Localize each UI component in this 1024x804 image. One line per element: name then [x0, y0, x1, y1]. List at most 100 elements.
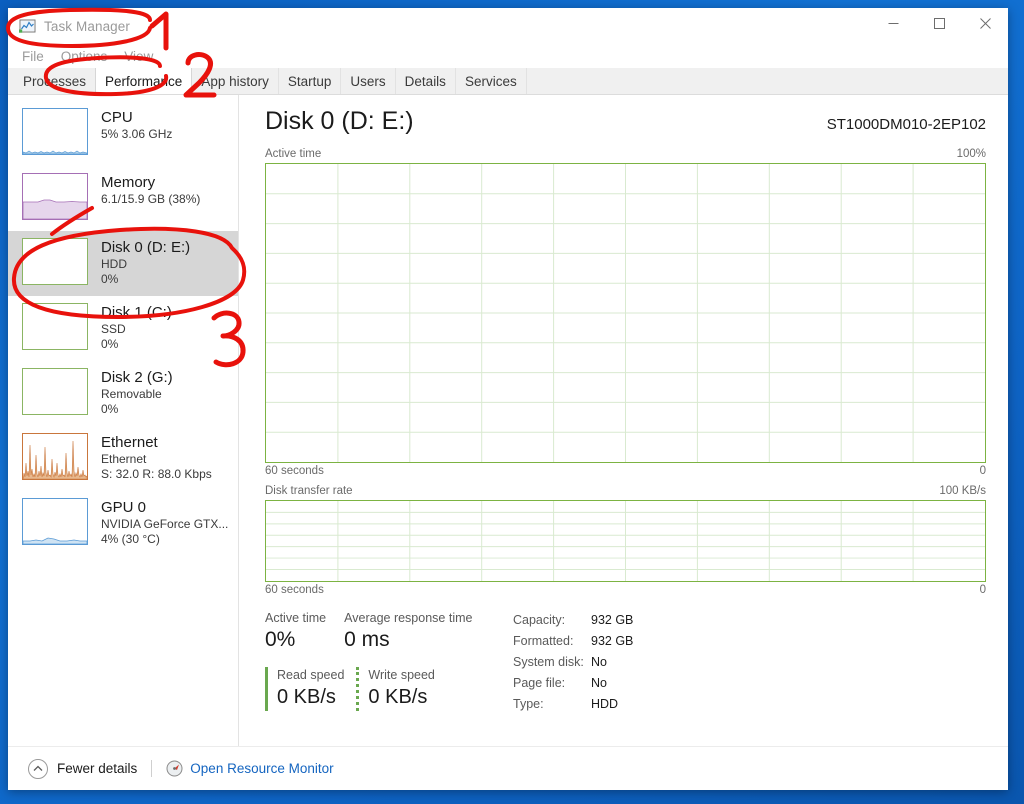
stat-write-speed-value: 0 KB/s	[368, 686, 428, 708]
window-title: Task Manager	[44, 18, 130, 34]
stat-average-response-time-caption: Average response time	[344, 611, 473, 625]
sidebar-item-gpu-0[interactable]: GPU 0 NVIDIA GeForce GTX... 4% (30 °C)	[8, 491, 238, 556]
tab-app-history[interactable]: App history	[192, 68, 279, 94]
sidebar-item-sub: HDD	[101, 257, 127, 271]
stat-read-speed-caption: Read speed	[277, 668, 345, 682]
ethernet-thumbnail-graph	[22, 433, 88, 480]
memory-thumbnail-graph	[22, 173, 88, 220]
stats-left-column: Active time 0% Average response time 0 m…	[265, 610, 497, 715]
sidebar-item-sub: Removable	[101, 387, 162, 401]
stat-active-time-value: 0%	[265, 628, 296, 651]
resource-monitor-icon	[166, 760, 183, 777]
sidebar-item-name: Memory	[101, 174, 156, 191]
tab-details[interactable]: Details	[395, 68, 456, 94]
sidebar-item-text: Memory 6.1/15.9 GB (38%)	[101, 173, 200, 207]
property-key: Page file:	[513, 676, 566, 690]
property-row: Formatted: 932 GB	[513, 631, 633, 652]
menu-item-options[interactable]: Options	[61, 49, 108, 64]
sidebar-item-text: Disk 2 (G:) Removable 0%	[101, 368, 173, 417]
active-time-graph-title: Active time	[265, 148, 322, 160]
minimize-icon[interactable]	[870, 8, 916, 39]
page-title: Disk 0 (D: E:)	[265, 107, 414, 135]
sidebar-item-text: Disk 0 (D: E:) HDD 0%	[101, 238, 190, 287]
property-key: Type:	[513, 697, 544, 711]
sidebar-item-value: 0%	[101, 272, 119, 286]
disk-1-thumbnail-graph	[22, 303, 88, 350]
stat-read-speed: Read speed 0 KB/s	[265, 667, 344, 711]
sidebar-item-sub: NVIDIA GeForce GTX...	[101, 517, 229, 531]
property-row: Page file: No	[513, 673, 633, 694]
transfer-rate-graph-max: 100 KB/s	[939, 485, 986, 497]
property-key: Capacity:	[513, 613, 566, 627]
tab-services[interactable]: Services	[455, 68, 527, 94]
maximize-icon[interactable]	[916, 8, 962, 39]
title-bar: Task Manager	[8, 8, 1008, 44]
property-key: Formatted:	[513, 634, 574, 648]
sidebar-item-sub: Ethernet	[101, 452, 147, 466]
sidebar-item-name: Ethernet	[101, 434, 158, 451]
property-value: No	[591, 676, 607, 690]
sidebar-item-memory[interactable]: Memory 6.1/15.9 GB (38%)	[8, 166, 238, 231]
sidebar-item-name: Disk 0 (D: E:)	[101, 239, 191, 256]
transfer-rate-graph	[265, 500, 986, 582]
sidebar-item-sub: 5% 3.06 GHz	[101, 127, 173, 141]
window-controls	[870, 8, 1008, 44]
sidebar-item-disk-2[interactable]: Disk 2 (G:) Removable 0%	[8, 361, 238, 426]
property-value: HDD	[591, 697, 619, 711]
active-time-graph-min: 0	[979, 465, 986, 477]
tab-bar: Processes Performance App history Startu…	[8, 68, 1008, 95]
sidebar-item-disk-0[interactable]: Disk 0 (D: E:) HDD 0%	[8, 231, 238, 296]
sidebar-item-disk-1[interactable]: Disk 1 (C:) SSD 0%	[8, 296, 238, 361]
status-bar: Fewer details Open Resource Monitor	[8, 746, 1008, 790]
sidebar-item-value: 4% (30 °C)	[101, 532, 160, 546]
gpu-0-thumbnail-graph	[22, 498, 88, 545]
fewer-details-button[interactable]: Fewer details	[28, 758, 138, 779]
menu-item-view[interactable]: View	[124, 49, 153, 64]
sidebar-item-name: Disk 2 (G:)	[101, 369, 173, 386]
tab-startup[interactable]: Startup	[278, 68, 342, 94]
sidebar-item-name: CPU	[101, 109, 133, 126]
tab-performance[interactable]: Performance	[95, 68, 193, 94]
close-icon[interactable]	[962, 8, 1008, 39]
property-row: Capacity: 932 GB	[513, 610, 633, 631]
task-manager-icon	[19, 18, 36, 35]
sidebar-item-text: CPU 5% 3.06 GHz	[101, 108, 172, 142]
property-key: System disk:	[513, 655, 584, 669]
sidebar-item-value: 0%	[101, 402, 119, 416]
stats-speed-row: Read speed 0 KB/s Write speed 0 KB/s	[265, 667, 497, 711]
performance-detail-panel: Disk 0 (D: E:) ST1000DM010-2EP102 Active…	[239, 95, 1008, 746]
cpu-thumbnail-graph	[22, 108, 88, 155]
transfer-rate-graph-time: 60 seconds	[265, 584, 324, 596]
disk-2-thumbnail-graph	[22, 368, 88, 415]
open-resource-monitor-link[interactable]: Open Resource Monitor	[166, 760, 334, 777]
sidebar-item-cpu[interactable]: CPU 5% 3.06 GHz	[8, 101, 238, 166]
status-divider	[151, 760, 153, 777]
tab-users[interactable]: Users	[341, 68, 396, 94]
resource-monitor-label: Open Resource Monitor	[190, 761, 334, 776]
active-time-graph-time: 60 seconds	[265, 465, 324, 477]
stat-write-speed-caption: Write speed	[368, 668, 435, 682]
resource-sidebar: CPU 5% 3.06 GHz Memory 6.1/15.9 GB (38%)	[8, 95, 239, 746]
transfer-rate-graph-footer: 60 seconds 0	[265, 584, 986, 596]
active-time-graph	[265, 163, 986, 463]
sidebar-item-sub: 6.1/15.9 GB (38%)	[101, 192, 201, 206]
disk-0-thumbnail-graph	[22, 238, 88, 285]
stat-average-response-time: Average response time 0 ms	[344, 610, 472, 654]
sidebar-item-value: 0%	[101, 337, 119, 351]
property-value: 932 GB	[591, 634, 634, 648]
transfer-rate-graph-min: 0	[979, 584, 986, 596]
tab-processes[interactable]: Processes	[14, 68, 97, 94]
fewer-details-label: Fewer details	[57, 761, 138, 776]
sidebar-item-ethernet[interactable]: Ethernet Ethernet S: 32.0 R: 88.0 Kbps	[8, 426, 238, 491]
transfer-rate-graph-labels: Disk transfer rate 100 KB/s	[265, 485, 986, 497]
sidebar-item-text: Ethernet Ethernet S: 32.0 R: 88.0 Kbps	[101, 433, 212, 482]
task-manager-window: Task Manager File Options View Processes…	[8, 8, 1008, 790]
menu-item-file[interactable]: File	[22, 49, 44, 64]
stat-write-speed: Write speed 0 KB/s	[356, 667, 435, 711]
sidebar-item-text: Disk 1 (C:) SSD 0%	[101, 303, 172, 352]
menu-bar: File Options View	[8, 44, 1008, 68]
stat-average-response-time-value: 0 ms	[344, 628, 390, 651]
property-row: Type: HDD	[513, 694, 633, 715]
disk-model-label: ST1000DM010-2EP102	[826, 116, 986, 133]
stat-active-time: Active time 0%	[265, 610, 326, 654]
